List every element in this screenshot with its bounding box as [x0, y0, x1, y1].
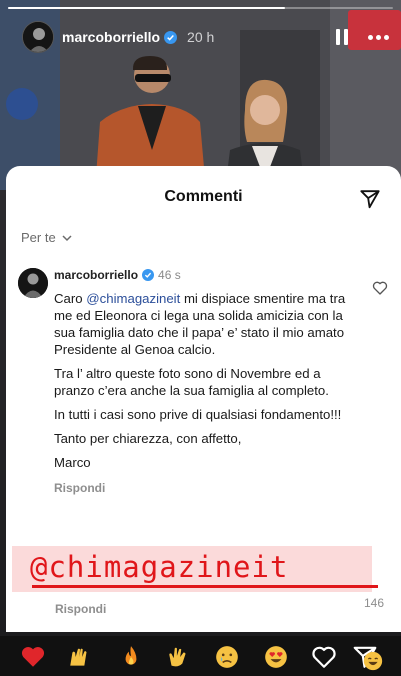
like-heart-icon[interactable]: [372, 280, 388, 296]
comment-username[interactable]: marcoborriello: [54, 268, 138, 282]
comment-paragraph-5: Marco: [54, 455, 91, 470]
banner-text: @chimagazineit: [30, 550, 289, 584]
crying-face-icon[interactable]: [214, 644, 240, 670]
story-header: marcoborriello 20 h: [22, 20, 389, 54]
comment-timestamp: 46 s: [158, 268, 181, 282]
pause-icon[interactable]: [336, 29, 350, 45]
verified-badge-icon: [164, 30, 178, 44]
raising-hands-icon[interactable]: [67, 644, 93, 670]
like-story-heart-icon[interactable]: [311, 644, 337, 670]
banner-underline: [32, 585, 378, 588]
verified-badge-icon: [142, 269, 155, 281]
mention-banner: @chimagazineit: [12, 546, 378, 592]
comment-text: Caro: [54, 291, 87, 306]
reply-button-2[interactable]: Rispondi: [55, 602, 106, 616]
avatar[interactable]: [22, 21, 54, 53]
reaction-bar: [0, 636, 401, 676]
share-icon[interactable]: [359, 188, 381, 210]
more-options-icon[interactable]: [368, 34, 389, 40]
red-heart-icon[interactable]: [20, 644, 46, 670]
filter-label: Per te: [21, 230, 56, 245]
comment-paragraph-3: In tutti i casi sono prive di qualsiasi …: [54, 407, 342, 422]
fire-icon[interactable]: [118, 644, 144, 670]
story-timestamp: 20 h: [187, 29, 215, 45]
story-username[interactable]: marcoborriello: [62, 29, 160, 45]
mention-link[interactable]: @chimagazineit: [86, 291, 180, 306]
comment-paragraph-2: Tra l’ altro queste foto sono di Novembr…: [54, 366, 329, 398]
comment-body: marcoborriello 46 s Caro @chimagazineit …: [54, 268, 364, 495]
avatar-image: [23, 22, 53, 52]
comment-avatar[interactable]: [18, 268, 48, 298]
comment-filter-dropdown[interactable]: Per te: [21, 230, 72, 245]
clapping-hands-icon[interactable]: [165, 644, 191, 670]
comment-paragraph-1: Caro @chimagazineit mi dispiace smentire…: [54, 290, 364, 358]
story-progress-fill: [8, 7, 286, 9]
reply-button[interactable]: Rispondi: [54, 481, 364, 495]
comment-avatar-image: [18, 268, 48, 298]
story-progress-bar: [8, 7, 393, 9]
laughing-tears-icon[interactable]: [362, 650, 384, 672]
sheet-title: Commenti: [164, 188, 243, 205]
comment-header: marcoborriello 46 s: [54, 268, 364, 282]
comment-paragraph-4: Tanto per chiarezza, con affetto,: [54, 431, 242, 446]
heart-eyes-icon[interactable]: [263, 644, 289, 670]
chevron-down-icon: [62, 234, 72, 241]
likes-count: 146: [363, 596, 384, 610]
